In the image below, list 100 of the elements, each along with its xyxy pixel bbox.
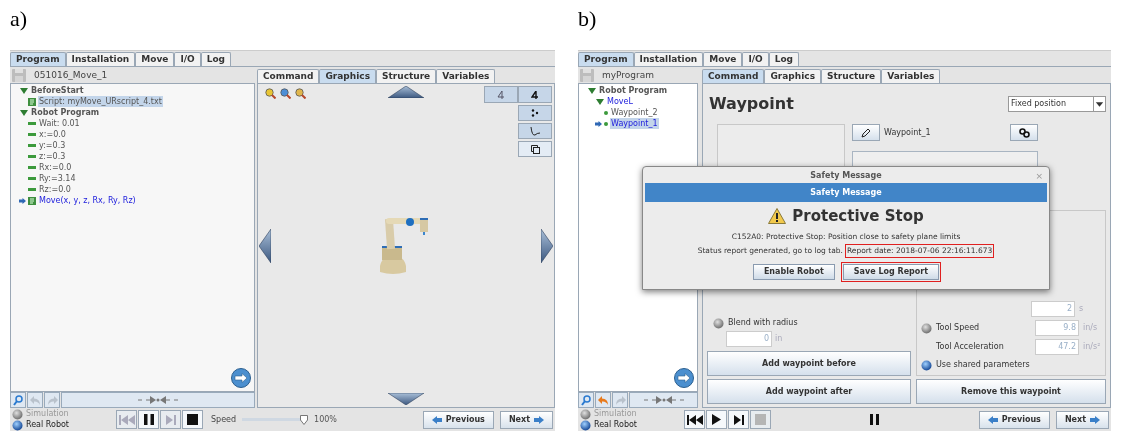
left-arrow-button[interactable]	[259, 228, 271, 263]
stop-button[interactable]	[182, 410, 203, 429]
tab[interactable]: Installation	[633, 52, 704, 66]
tab[interactable]: Move	[703, 52, 743, 66]
step-icon	[165, 414, 176, 425]
dialog-button[interactable]: Enable Robot	[752, 264, 835, 280]
search-icon	[13, 394, 23, 406]
down-arrow-button[interactable]	[388, 393, 424, 405]
arrow-button[interactable]	[674, 368, 694, 388]
dot-icon	[604, 110, 608, 115]
previous-button[interactable]: Previous	[422, 410, 494, 429]
cube-icon	[530, 144, 540, 154]
skip-back-button[interactable]	[684, 410, 705, 429]
option-label: Tool Acceleration	[936, 341, 1005, 353]
undo-icon	[597, 395, 609, 405]
tree-item[interactable]: Rz:=0.0	[38, 184, 72, 195]
tree-item[interactable]: BeforeStart	[30, 85, 85, 96]
radio-button[interactable]	[713, 317, 724, 329]
edit-button[interactable]	[852, 124, 880, 141]
tab[interactable]: Structure	[376, 69, 437, 83]
speed-label: Speed	[211, 413, 237, 426]
position-dropdown[interactable]: Fixed position	[1008, 96, 1106, 112]
play-button[interactable]	[706, 410, 727, 429]
zoom-icon[interactable]	[280, 88, 291, 99]
points-button[interactable]	[518, 105, 552, 121]
mode-label: Simulation	[594, 408, 637, 420]
right-arrow-button[interactable]	[541, 228, 553, 263]
search-icon	[581, 394, 591, 406]
radio-button[interactable]	[12, 408, 23, 420]
tab[interactable]: I/O	[742, 52, 769, 66]
tree-item[interactable]: Wait: 0.01	[38, 118, 81, 129]
triangle-icon[interactable]	[20, 108, 28, 117]
up-arrow-button[interactable]	[388, 86, 424, 98]
tree-item[interactable]: Script: myMove_URscript_4.txt	[38, 96, 163, 107]
mode-label: Simulation	[26, 408, 69, 420]
right-arrow-icon	[534, 415, 544, 424]
tree-item[interactable]: x:=0.0	[38, 129, 67, 140]
step-button[interactable]	[728, 410, 749, 429]
tab[interactable]: Installation	[65, 52, 136, 66]
tab[interactable]: Program	[10, 52, 66, 66]
dialog-heading: Protective Stop	[792, 205, 924, 227]
link-icon	[1018, 127, 1030, 138]
tab[interactable]: Structure	[821, 69, 882, 83]
tree-item[interactable]: Waypoint_2	[610, 107, 659, 118]
radio-button[interactable]	[580, 419, 591, 431]
cube-button[interactable]	[518, 141, 552, 157]
tree-item[interactable]: Ry:=3.14	[38, 173, 77, 184]
next-button[interactable]: Next	[1055, 410, 1109, 429]
tab[interactable]: Log	[200, 52, 232, 66]
link-button[interactable]	[1010, 124, 1038, 141]
radio-button[interactable]	[921, 359, 932, 371]
tree-item[interactable]: y:=0.3	[38, 140, 67, 151]
add-before-button[interactable]: Add waypoint before	[707, 351, 911, 376]
next-button[interactable]: Next	[499, 410, 553, 429]
tab[interactable]: Variables	[436, 69, 496, 83]
triangle-icon[interactable]	[596, 97, 604, 106]
add-after-button[interactable]: Add waypoint after	[707, 379, 911, 404]
pause-button[interactable]	[138, 410, 159, 429]
zoom-icon[interactable]	[295, 88, 306, 99]
skip-back-icon	[686, 414, 703, 425]
left-arrow-icon	[987, 415, 998, 424]
tree-item[interactable]: Robot Program	[30, 107, 101, 118]
tab[interactable]: Command	[257, 69, 320, 83]
path-button[interactable]	[518, 123, 552, 139]
radio-button[interactable]	[12, 419, 23, 431]
tab[interactable]: Program	[578, 52, 634, 66]
waypoint-title: Waypoint	[709, 93, 794, 115]
zoom-icon[interactable]	[265, 88, 276, 99]
slider-thumb[interactable]	[300, 414, 309, 425]
search-button[interactable]	[578, 392, 594, 408]
tab[interactable]: I/O	[174, 52, 201, 66]
path-icon	[530, 126, 540, 136]
tab[interactable]: Graphics	[764, 69, 821, 83]
triangle-icon[interactable]	[20, 86, 28, 95]
tree-item[interactable]: Waypoint_1	[610, 118, 659, 129]
tab[interactable]: Graphics	[319, 69, 376, 83]
expand-button[interactable]	[629, 392, 698, 408]
search-button[interactable]	[10, 392, 26, 408]
tree-item[interactable]: MoveL	[606, 96, 634, 107]
triangle-icon[interactable]	[588, 86, 596, 95]
tree-item[interactable]: Robot Program	[598, 85, 669, 96]
view-button[interactable]	[518, 86, 552, 103]
tree-item[interactable]: z:=0.3	[38, 151, 67, 162]
tab[interactable]: Variables	[881, 69, 941, 83]
previous-button[interactable]: Previous	[978, 410, 1050, 429]
arrow-button[interactable]	[231, 368, 251, 388]
tree-item[interactable]: Move(x, y, z, Rx, Ry, Rz)	[38, 195, 137, 206]
undo-button[interactable]	[595, 392, 611, 408]
remove-button[interactable]: Remove this waypoint	[916, 379, 1106, 404]
radio-button[interactable]	[580, 408, 591, 420]
radio-button[interactable]	[921, 322, 932, 334]
speed-slider[interactable]	[242, 414, 309, 425]
tab[interactable]: Log	[768, 52, 800, 66]
dialog-button[interactable]: Save Log Report	[842, 264, 940, 280]
undo-icon	[29, 395, 41, 405]
tab[interactable]: Move	[135, 52, 175, 66]
tab[interactable]: Command	[702, 69, 765, 83]
figure-label: b)	[578, 5, 598, 33]
tree-item[interactable]: Rx:=0.0	[38, 162, 73, 173]
axis-icon	[497, 90, 505, 99]
